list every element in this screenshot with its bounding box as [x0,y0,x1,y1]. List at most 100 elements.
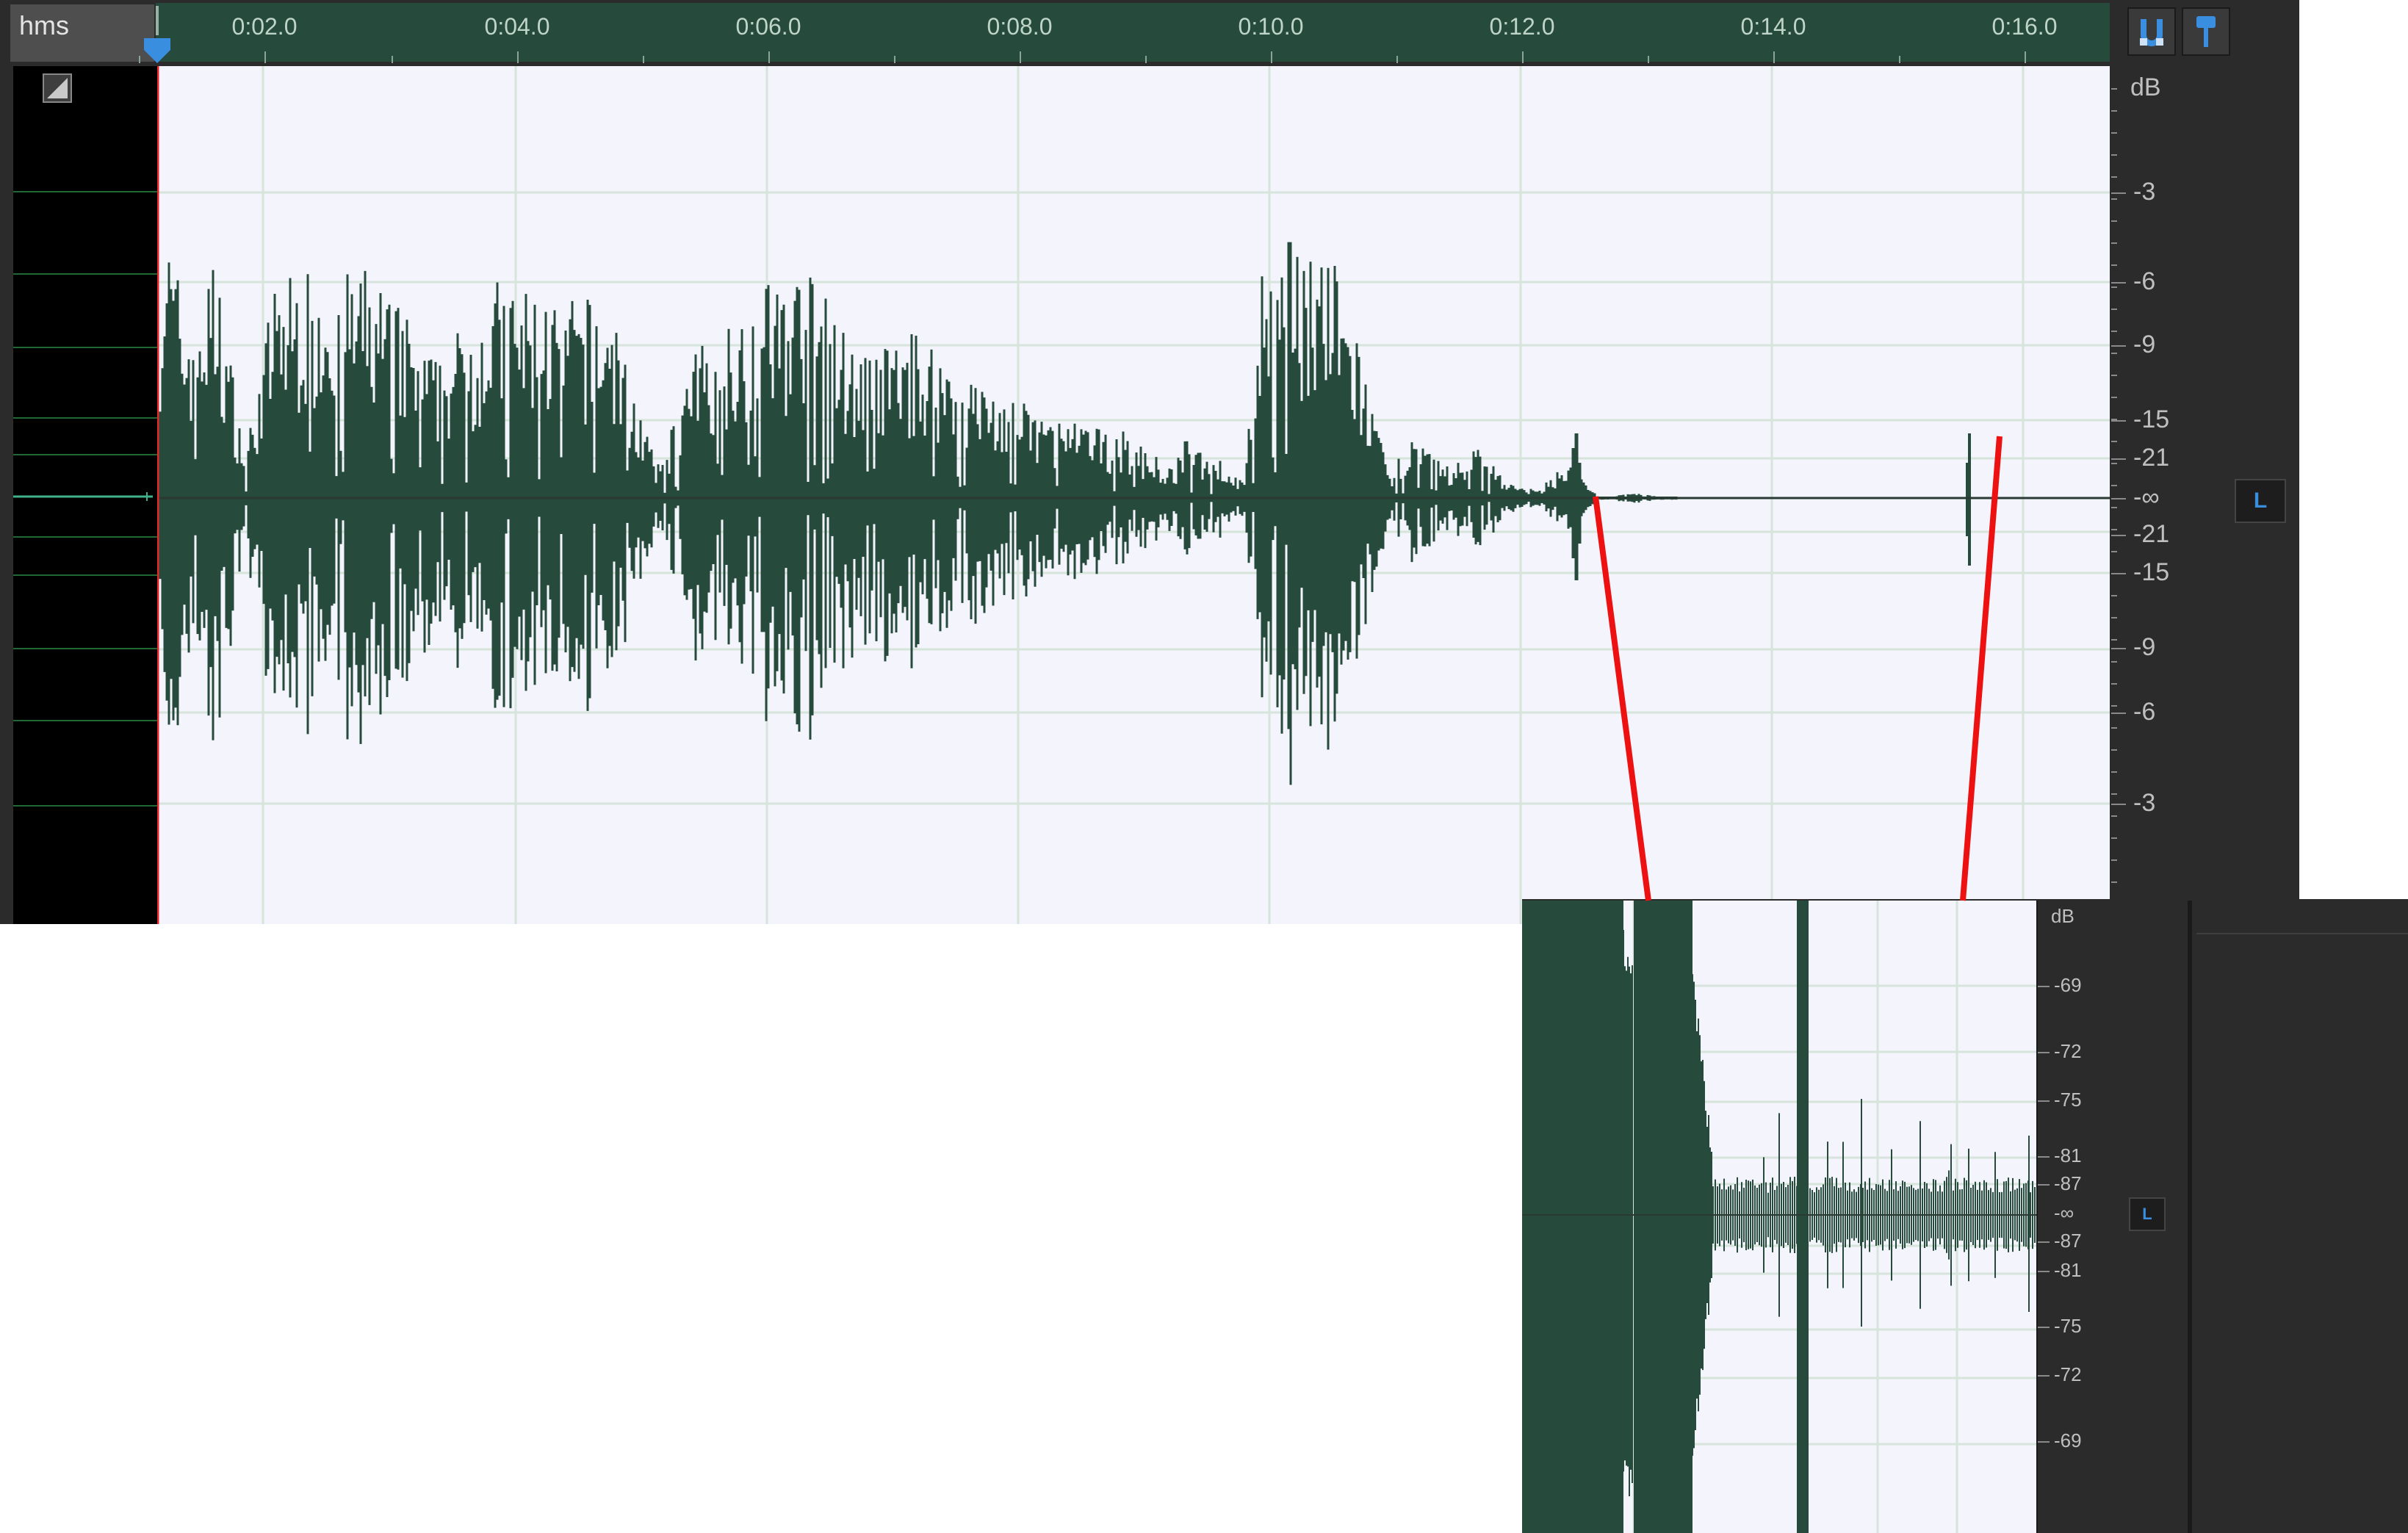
inset-db-tick-label: -75 [2054,1315,2082,1337]
ruler-minor-tick [1648,56,1649,63]
db-tick-label: -21 [2133,444,2170,472]
strip-gridline [13,805,157,807]
ruler-time-label: 0:16.0 [1991,13,2058,40]
db-minor-tick [2111,154,2117,156]
channel-left-button[interactable]: L [2235,479,2286,523]
db-minor-tick [2111,683,2117,685]
ruler-time-label: 0:14.0 [1740,13,1806,40]
inset-db-tick-label: -81 [2054,1259,2082,1281]
db-minor-tick [2111,595,2117,596]
db-tick [2111,648,2126,649]
waveform-path [159,242,1678,785]
inset-db-tick-label: -87 [2054,1230,2082,1252]
db-minor-tick [2111,419,2117,420]
inset-db-center-label: -∞ [2054,1202,2074,1224]
db-tick [2111,345,2126,347]
db-tick-label: -6 [2133,267,2156,295]
ruler-minor-tick [1396,56,1398,63]
strip-gridline [13,536,157,538]
strip-gridline [13,273,157,275]
db-tick [2111,804,2126,805]
inset-waveform-canvas [1522,901,2036,1533]
time-ruler[interactable] [156,3,2110,62]
db-tick [2111,192,2126,194]
ruler-major-tick [768,51,770,63]
inset-db-tick-label: -72 [2054,1363,2082,1385]
inset-db-tick [2038,1184,2050,1186]
time-format-label: hms [19,10,70,40]
db-minor-tick [2111,375,2117,376]
inset-db-tick [2038,1327,2050,1328]
ruler-time-label: 0:02.0 [231,13,298,40]
ruler-minor-tick [392,56,393,63]
marker-button[interactable] [2182,7,2230,56]
playhead-handle[interactable] [140,6,176,65]
db-tick-label: -3 [2133,178,2156,206]
center-line-marker [13,492,153,501]
inset-db-tick-label: -72 [2054,1040,2082,1062]
db-tick [2111,498,2126,499]
db-minor-tick [2111,705,2117,707]
inset-db-tick-label: -69 [2054,1429,2082,1451]
ruler-major-tick [1271,51,1272,63]
ruler-time-label: 0:08.0 [987,13,1053,40]
db-minor-tick [2111,132,2117,134]
inset-db-tick [2038,1241,2050,1243]
inset-wave-block [1634,901,1693,1533]
db-minor-tick [2111,617,2117,618]
db-center-label: -∞ [2133,483,2160,511]
db-minor-tick [2111,815,2117,817]
db-minor-tick [2111,88,2117,90]
db-tick [2111,282,2126,284]
ruler-time-label: 0:06.0 [735,13,801,40]
ruler-major-tick [517,51,519,63]
db-tick-label: -21 [2133,520,2170,548]
db-unit-label: dB [2130,73,2161,101]
ruler-major-tick [2025,51,2026,63]
ruler-major-tick [1020,51,1021,63]
db-minor-tick [2111,837,2117,839]
db-minor-tick [2111,463,2117,464]
db-minor-tick [2111,242,2117,244]
db-minor-tick [2111,485,2117,486]
strip-gridline [13,191,157,192]
db-minor-tick [2111,198,2117,200]
db-minor-tick [2111,639,2117,641]
inset-db-tick-label: -75 [2054,1089,2082,1111]
db-minor-tick [2111,507,2117,508]
inset-channel-left-button: L [2129,1197,2166,1231]
inset-db-tick [2038,986,2050,987]
inset-divider [2188,901,2192,1533]
db-tick [2111,713,2126,714]
db-tick-label: -15 [2133,558,2170,586]
expand-corner-icon[interactable] [43,73,72,103]
inset-db-tick-label: -81 [2054,1144,2082,1166]
inset-db-tick-label: -87 [2054,1172,2082,1194]
ruler-minor-tick [1899,56,1900,63]
inset-db-unit-label: dB [2051,905,2074,927]
snap-button[interactable] [2127,7,2176,56]
inset-db-tick [2038,1052,2050,1053]
inset-side-panel [2173,901,2408,1533]
waveform-canvas[interactable] [157,66,2110,924]
db-tick [2111,420,2126,422]
ruler-minor-tick [894,56,895,63]
db-tick-label: -15 [2133,405,2170,433]
inset-db-tick-label: -69 [2054,974,2082,996]
db-minor-tick [2111,331,2117,332]
waveform-blip [1570,433,1582,580]
ruler-minor-tick [643,56,644,63]
inset-db-tick [2038,1100,2050,1102]
db-minor-tick [2111,661,2117,663]
ruler-minor-tick [1145,56,1147,63]
inset-db-tick [2038,1156,2050,1158]
pin-icon [2196,16,2216,47]
db-tick-label: -9 [2133,633,2156,661]
db-minor-tick [2111,793,2117,795]
strip-gridline [13,574,157,576]
strip-gridline [13,347,157,348]
db-minor-tick [2111,309,2117,310]
ruler-major-tick [1522,51,1524,63]
db-tick-label: -9 [2133,331,2156,358]
ruler-time-label: 0:12.0 [1489,13,1555,40]
